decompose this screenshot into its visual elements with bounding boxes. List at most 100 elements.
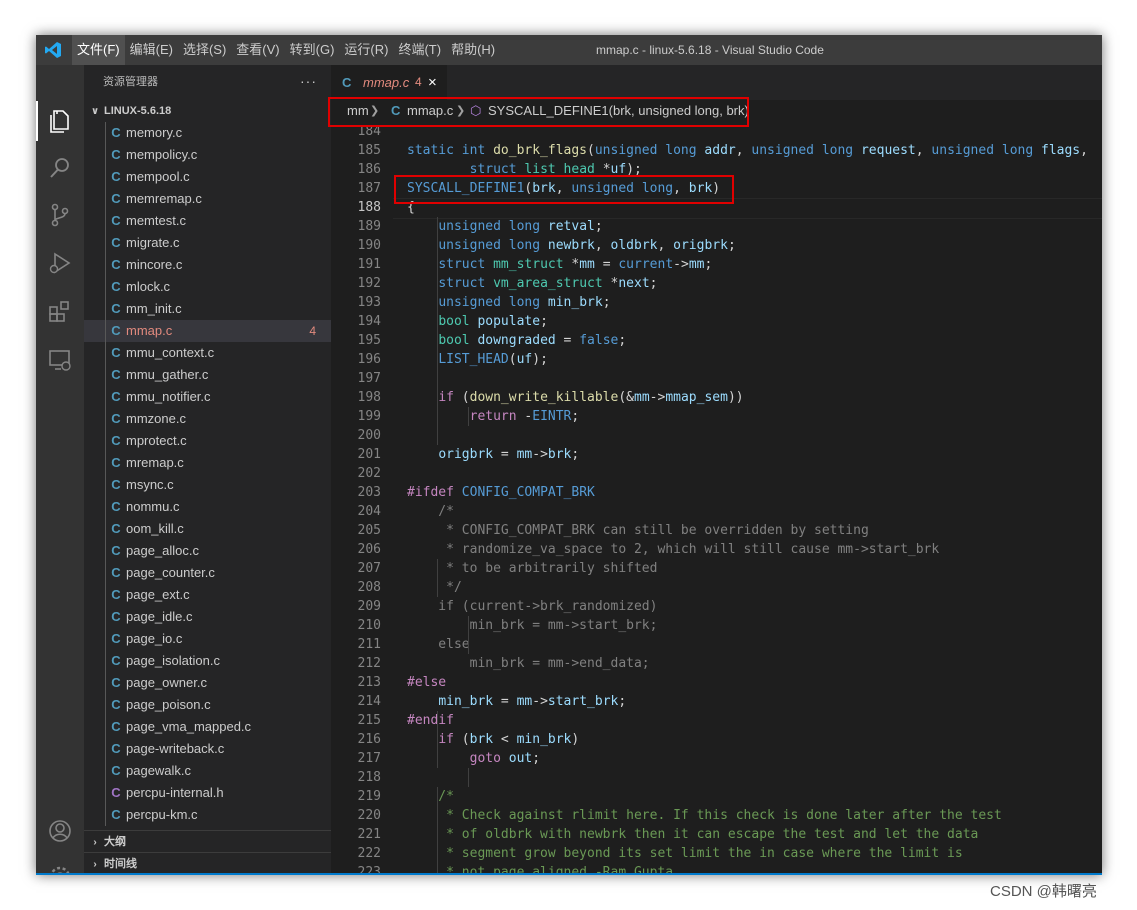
menu-item-0[interactable]: 文件(F) [72,35,125,65]
file-item[interactable]: Cmemtest.c [84,210,331,232]
code-line: 199 return -EINTR; [331,407,1102,426]
code-line: 212 min_brk = mm->end_data; [331,654,1102,673]
code-token: ; [571,409,580,424]
file-item[interactable]: Cpercpu-km.c [84,804,331,826]
file-item[interactable]: Cpage_io.c [84,628,331,650]
file-item[interactable]: Cpage_isolation.c [84,650,331,672]
code-text: * Check against rlimit here. If this che… [407,806,1002,825]
code-token: ; [618,694,627,709]
c-file-icon: C [111,389,121,404]
tab-mmap-c[interactable]: C mmap.c 4 × [331,65,447,100]
line-number: 207 [357,561,381,576]
menu-item-5[interactable]: 运行(R) [339,35,393,65]
code-line: 191 struct mm_struct *mm = current->mm; [331,255,1102,274]
menu-item-3[interactable]: 查看(V) [231,35,284,65]
file-item[interactable]: Cpage_ext.c [84,584,331,606]
file-item[interactable]: Cpage_vma_mapped.c [84,716,331,738]
file-item[interactable]: Cpage-writeback.c [84,738,331,760]
file-item[interactable]: Cnommu.c [84,496,331,518]
remote-explorer-icon[interactable] [46,346,74,374]
chevron-right-icon: › [93,859,97,870]
file-item[interactable]: Cmmu_gather.c [84,364,331,386]
file-name: mmap.c [126,323,173,338]
folder-name: LINUX-5.6.18 [104,105,172,117]
file-item[interactable]: Cmlock.c [84,276,331,298]
code-token: ; [704,257,713,272]
code-token: */ [407,580,462,595]
code-text: min_brk = mm->start_brk; [407,616,658,635]
account-icon[interactable] [46,817,74,845]
file-name: mmu_gather.c [126,367,209,382]
file-item[interactable]: Coom_kill.c [84,518,331,540]
file-item[interactable]: Cmmap.c 4 [84,320,331,342]
c-file-icon: C [111,279,121,294]
file-item[interactable]: Cmremap.c [84,452,331,474]
indent-guide [105,386,106,408]
folder-header[interactable]: ∨ LINUX-5.6.18 [84,100,331,122]
line-number: 194 [357,314,381,329]
run-debug-icon[interactable] [46,249,74,277]
search-icon[interactable] [46,154,74,182]
code-token: , [657,238,674,253]
indent-guide [468,616,469,654]
code-text: min_brk = mm->end_data; [407,654,650,673]
indent-guide [105,804,106,826]
file-item[interactable]: Cmemory.c [84,122,331,144]
outline-section[interactable]: › 大纲 [84,830,331,853]
file-item[interactable]: Cpagewalk.c [84,760,331,782]
file-item[interactable]: Cpage_owner.c [84,672,331,694]
file-item[interactable]: Cmsync.c [84,474,331,496]
code-token: if [438,390,454,405]
menu-item-1[interactable]: 编辑(E) [125,35,178,65]
code-token: mm_struct [493,257,572,272]
extensions-icon[interactable] [46,297,74,325]
timeline-section[interactable]: › 时间线 [84,852,331,875]
more-actions-button[interactable]: ··· [300,65,317,98]
code-text: /* [407,787,454,806]
file-item[interactable]: Cpage_counter.c [84,562,331,584]
file-name: mempolicy.c [126,147,198,162]
menu-item-6[interactable]: 终端(T) [393,35,446,65]
indent-guide [105,650,106,672]
file-item[interactable]: Cpage_alloc.c [84,540,331,562]
source-control-icon[interactable] [46,201,74,229]
code-token: origbrk [438,447,494,462]
code-editor[interactable]: 184 185 static int do_brk_flags(unsigned l… [331,122,1102,875]
c-file-icon: C [111,345,121,360]
c-file-icon: C [111,235,121,250]
code-token: /* [407,504,454,519]
menu-item-2[interactable]: 选择(S) [178,35,231,65]
file-item[interactable]: Cmempool.c [84,166,331,188]
file-item[interactable]: Cpercpu-internal.h [84,782,331,804]
code-text: */ [407,578,462,597]
line-number: 210 [357,618,381,633]
file-item[interactable]: Cpage_poison.c [84,694,331,716]
file-name: percpu-internal.h [126,785,224,800]
code-token: do_brk_flags [493,143,588,158]
line-number: 199 [357,409,381,424]
file-name: mmu_notifier.c [126,389,211,404]
indent-guide [105,452,106,474]
line-number: 220 [357,808,381,823]
file-item[interactable]: Cmmu_context.c [84,342,331,364]
close-icon[interactable]: × [428,65,437,100]
code-text: * CONFIG_COMPAT_BRK can still be overrid… [407,521,869,540]
file-item[interactable]: Cpage_idle.c [84,606,331,628]
indent-guide [105,364,106,386]
c-file-icon: C [111,587,121,602]
file-item[interactable]: Cmincore.c [84,254,331,276]
file-item[interactable]: Cmmu_notifier.c [84,386,331,408]
menu-item-4[interactable]: 转到(G) [285,35,340,65]
file-item[interactable]: Cmmzone.c [84,408,331,430]
file-item[interactable]: Cmprotect.c [84,430,331,452]
file-item[interactable]: Cmemremap.c [84,188,331,210]
file-item[interactable]: Cmm_init.c [84,298,331,320]
code-token: * CONFIG_COMPAT_BRK can still be overrid… [407,523,869,538]
file-item[interactable]: Cmigrate.c [84,232,331,254]
file-item[interactable]: Cmempolicy.c [84,144,331,166]
code-token: out [508,751,533,766]
indent-guide [105,518,106,540]
files-icon[interactable] [46,107,74,135]
menu-item-7[interactable]: 帮助(H) [446,35,500,65]
